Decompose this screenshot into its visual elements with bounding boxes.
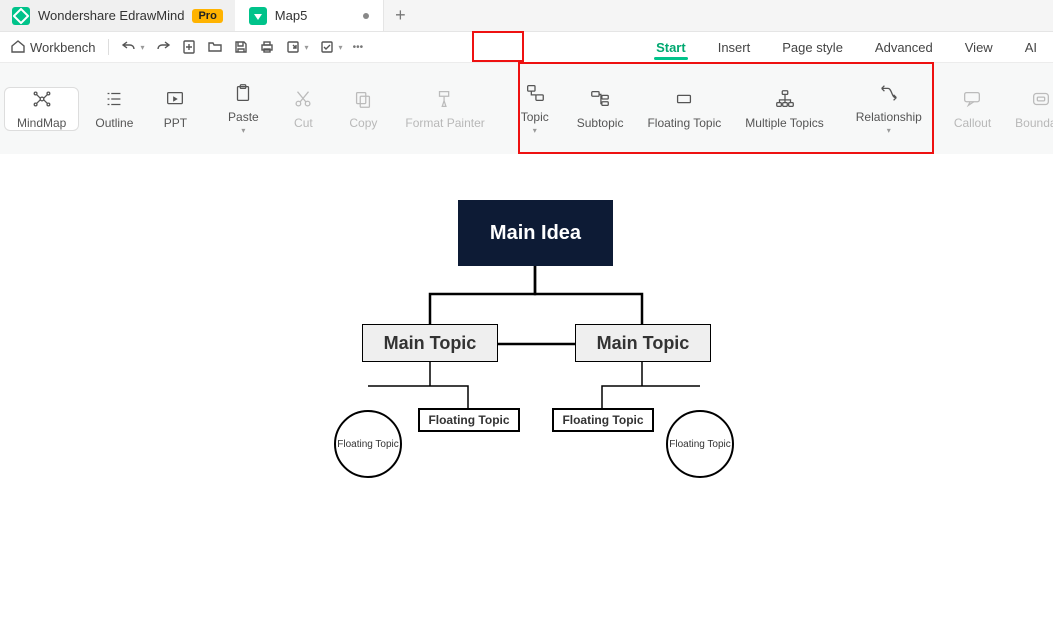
home-button[interactable]: Workbench [10,39,96,55]
cut-icon [292,88,314,110]
document-tab[interactable]: Map5 [235,0,385,31]
boundary-button[interactable]: Boundary [1003,88,1053,130]
save-button[interactable] [233,39,249,55]
export-button[interactable]: ▾ [285,39,309,55]
boundary-icon [1030,88,1052,110]
new-tab-button[interactable]: + [384,0,416,31]
unsaved-indicator-icon [363,13,369,19]
view-ppt-button[interactable]: PPT [145,88,205,130]
export-icon [285,39,301,55]
node-main-topic-right[interactable]: Main Topic [575,324,711,362]
undo-icon [121,39,137,55]
document-name: Map5 [275,8,308,23]
node-floating-rect-right[interactable]: Floating Topic [552,408,654,432]
open-file-button[interactable] [207,39,223,55]
node-main-idea[interactable]: Main Idea [458,200,613,266]
menu-advanced[interactable]: Advanced [859,32,949,62]
app-tab: Wondershare EdrawMind Pro [0,0,235,31]
copy-button[interactable]: Copy [333,88,393,130]
subtopic-icon [589,88,611,110]
undo-button[interactable]: ▾ [121,39,145,55]
menu-ai[interactable]: AI [1009,32,1053,62]
relationship-icon [878,82,900,104]
floating-topic-icon [673,88,695,110]
format-painter-icon [434,88,456,110]
ppt-icon [164,88,186,110]
app-logo-icon [12,7,30,25]
view-mindmap-button[interactable]: MindMap [4,87,79,131]
app-name: Wondershare EdrawMind [38,8,184,23]
node-main-topic-left[interactable]: Main Topic [362,324,498,362]
outline-icon [103,88,125,110]
mindmap-icon [31,88,53,110]
new-file-button[interactable] [181,39,197,55]
topic-icon [524,82,546,104]
canvas[interactable]: Main Idea Main Topic Main Topic Floating… [0,154,1053,618]
menu-start[interactable]: Start [640,32,702,62]
redo-button[interactable] [155,39,171,55]
node-floating-rect-left[interactable]: Floating Topic [418,408,520,432]
multiple-topics-button[interactable]: Multiple Topics [733,88,835,130]
redo-icon [155,39,171,55]
menu-bar: Start Insert Page style Advanced View AI [640,32,1053,62]
multiple-topics-icon [774,88,796,110]
cut-button[interactable]: Cut [273,88,333,130]
more-button[interactable]: ••• [353,42,364,53]
copy-icon [352,88,374,110]
document-icon [249,7,267,25]
floating-topic-button[interactable]: Floating Topic [635,88,733,130]
format-painter-button[interactable]: Format Painter [393,88,496,130]
check-icon [319,39,335,55]
check-button[interactable]: ▾ [319,39,343,55]
relationship-button[interactable]: Relationship ▾ [844,82,934,135]
node-floating-circle-right[interactable]: Floating Topic [666,410,734,478]
view-outline-button[interactable]: Outline [83,88,145,130]
folder-icon [207,39,223,55]
print-icon [259,39,275,55]
subtopic-button[interactable]: Subtopic [565,88,636,130]
paste-icon [232,82,254,104]
menu-insert[interactable]: Insert [702,32,767,62]
home-icon [10,39,26,55]
pro-badge: Pro [192,9,222,23]
paste-button[interactable]: Paste ▾ [213,82,273,135]
save-icon [233,39,249,55]
node-floating-circle-left[interactable]: Floating Topic [334,410,402,478]
callout-icon [961,88,983,110]
callout-button[interactable]: Callout [942,88,1003,130]
ribbon: MindMap Outline PPT Paste ▾ C [0,62,1053,154]
print-button[interactable] [259,39,275,55]
menu-page-style[interactable]: Page style [766,32,859,62]
new-file-icon [181,39,197,55]
workbench-label: Workbench [30,40,96,55]
menu-view[interactable]: View [949,32,1009,62]
title-bar: Wondershare EdrawMind Pro Map5 + [0,0,1053,32]
topic-button[interactable]: Topic ▾ [505,82,565,135]
